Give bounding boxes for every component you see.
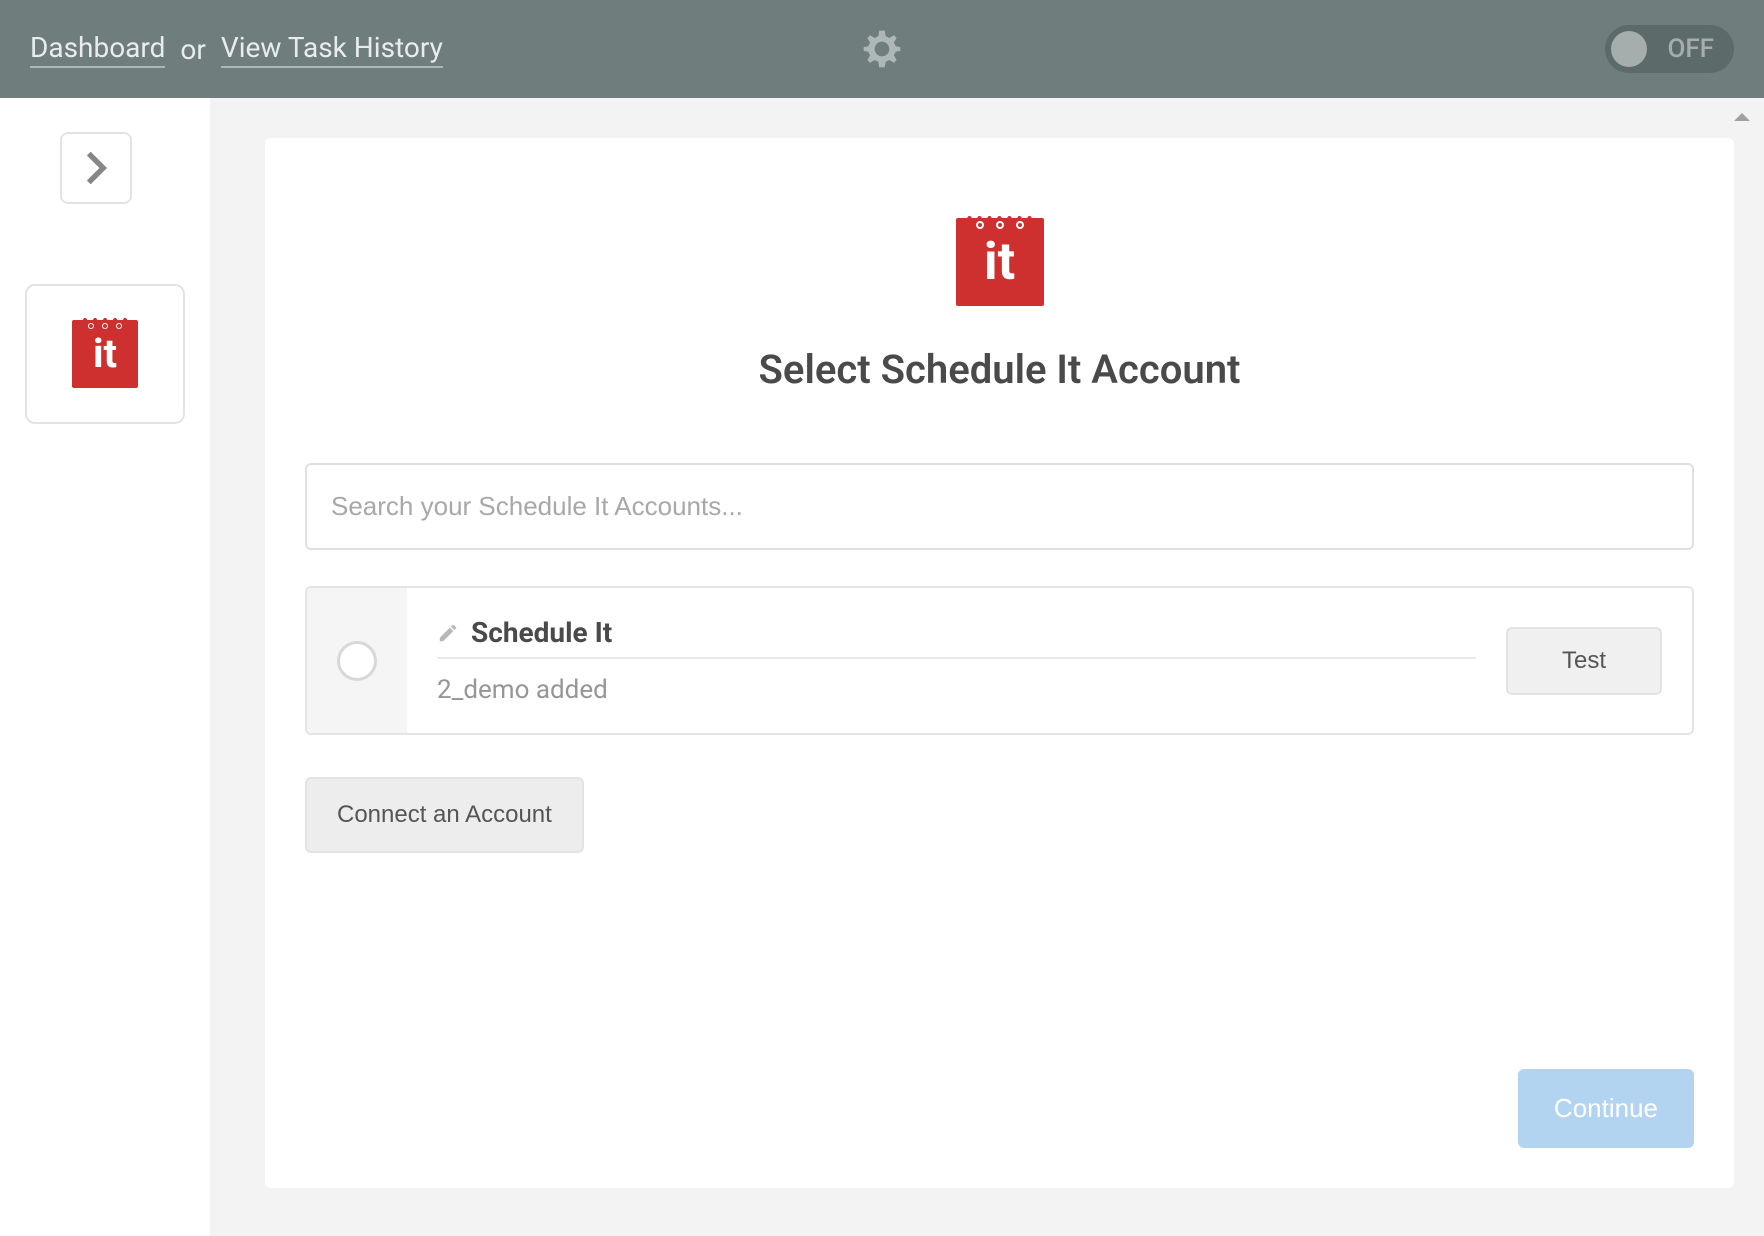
account-radio[interactable]	[337, 641, 377, 681]
test-button[interactable]: Test	[1506, 627, 1662, 695]
main-panel: it Select Schedule It Account	[265, 138, 1734, 1188]
toggle-knob	[1611, 31, 1647, 67]
view-task-history-link[interactable]: View Task History	[221, 31, 443, 68]
header-nav: Dashboard or View Task History	[30, 31, 443, 68]
on-off-toggle[interactable]: OFF	[1605, 25, 1734, 73]
account-subtitle: 2_demo added	[437, 675, 1476, 705]
logo-text: it	[93, 334, 117, 374]
header-right: OFF	[1605, 25, 1734, 73]
account-name: Schedule It	[471, 616, 612, 649]
panel-header: it Select Schedule It Account	[305, 218, 1694, 393]
header-center	[860, 27, 904, 71]
main-layout: it it Select Schedule It Account	[0, 98, 1764, 1236]
account-radio-column	[307, 588, 407, 733]
panel-footer: Continue	[305, 969, 1694, 1148]
content-wrapper: it Select Schedule It Account	[210, 98, 1764, 1236]
gear-icon[interactable]	[860, 27, 904, 71]
or-separator: or	[180, 33, 205, 66]
chevron-right-icon	[85, 150, 107, 186]
toggle-label: OFF	[1667, 34, 1714, 64]
connect-account-button[interactable]: Connect an Account	[305, 777, 584, 853]
account-name-row[interactable]: Schedule It	[437, 616, 1476, 659]
sidebar-step-schedule-it[interactable]: it	[25, 284, 185, 424]
account-body: Schedule It 2_demo added Test	[407, 588, 1692, 733]
dashboard-link[interactable]: Dashboard	[30, 31, 165, 68]
schedule-it-logo-icon: it	[956, 218, 1044, 306]
sidebar-expand-button[interactable]	[60, 132, 132, 204]
top-header: Dashboard or View Task History OFF	[0, 0, 1764, 98]
schedule-it-logo-icon: it	[72, 320, 138, 388]
account-info: Schedule It 2_demo added	[437, 616, 1476, 705]
continue-button[interactable]: Continue	[1518, 1069, 1694, 1148]
account-item: Schedule It 2_demo added Test	[305, 586, 1694, 735]
page-title: Select Schedule It Account	[759, 346, 1241, 393]
sidebar: it	[0, 98, 210, 1236]
logo-text: it	[984, 236, 1015, 288]
scroll-up-indicator[interactable]	[1732, 108, 1752, 127]
caret-up-icon	[1732, 111, 1752, 123]
search-accounts-input[interactable]	[305, 463, 1694, 550]
pencil-icon	[437, 622, 459, 644]
